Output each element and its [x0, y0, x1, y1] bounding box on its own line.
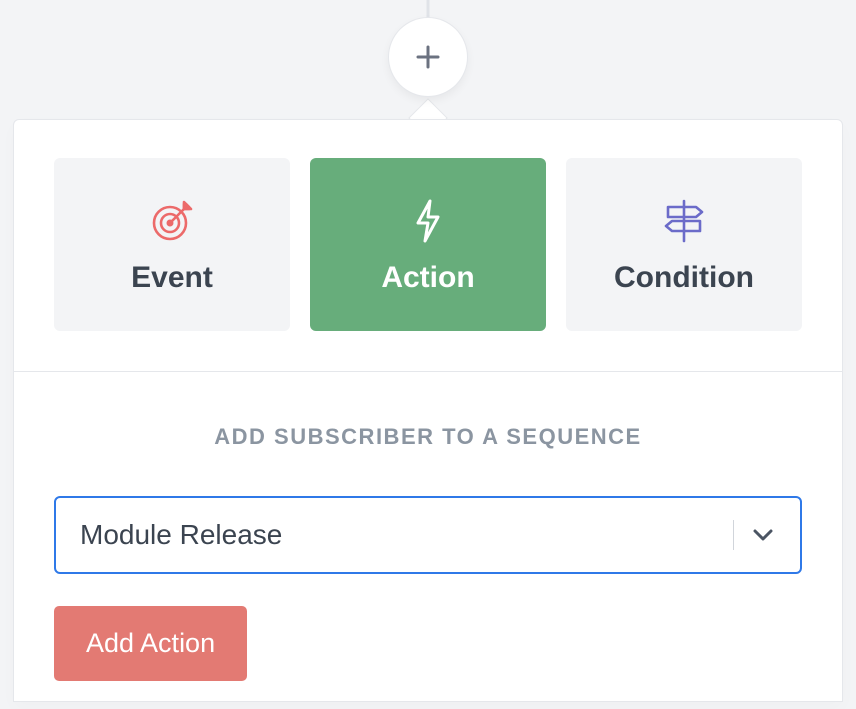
action-config-panel: ADD SUBSCRIBER TO A SEQUENCE Module Rele… — [14, 372, 842, 709]
add-action-label: Add Action — [86, 628, 215, 659]
tab-action[interactable]: Action — [310, 158, 546, 331]
step-type-tabs: Event Action Condition — [14, 120, 842, 372]
connector-line — [427, 0, 430, 20]
sequence-select[interactable]: Module Release — [54, 496, 802, 574]
tab-event[interactable]: Event — [54, 158, 290, 331]
step-card: Event Action Condition ADD SUBSCRIBER TO — [13, 119, 843, 702]
tab-event-label: Event — [131, 261, 213, 295]
lightning-icon — [410, 195, 446, 247]
select-divider — [733, 520, 734, 550]
add-step-button[interactable] — [389, 18, 467, 96]
sequence-select-value: Module Release — [80, 519, 733, 551]
signpost-icon — [658, 195, 710, 247]
chevron-down-icon — [750, 522, 776, 548]
plus-icon — [414, 43, 442, 71]
tab-condition[interactable]: Condition — [566, 158, 802, 331]
tab-action-label: Action — [381, 261, 474, 295]
add-action-button[interactable]: Add Action — [54, 606, 247, 681]
target-icon — [148, 195, 196, 247]
tab-condition-label: Condition — [614, 261, 754, 295]
panel-title: ADD SUBSCRIBER TO A SEQUENCE — [54, 424, 802, 450]
